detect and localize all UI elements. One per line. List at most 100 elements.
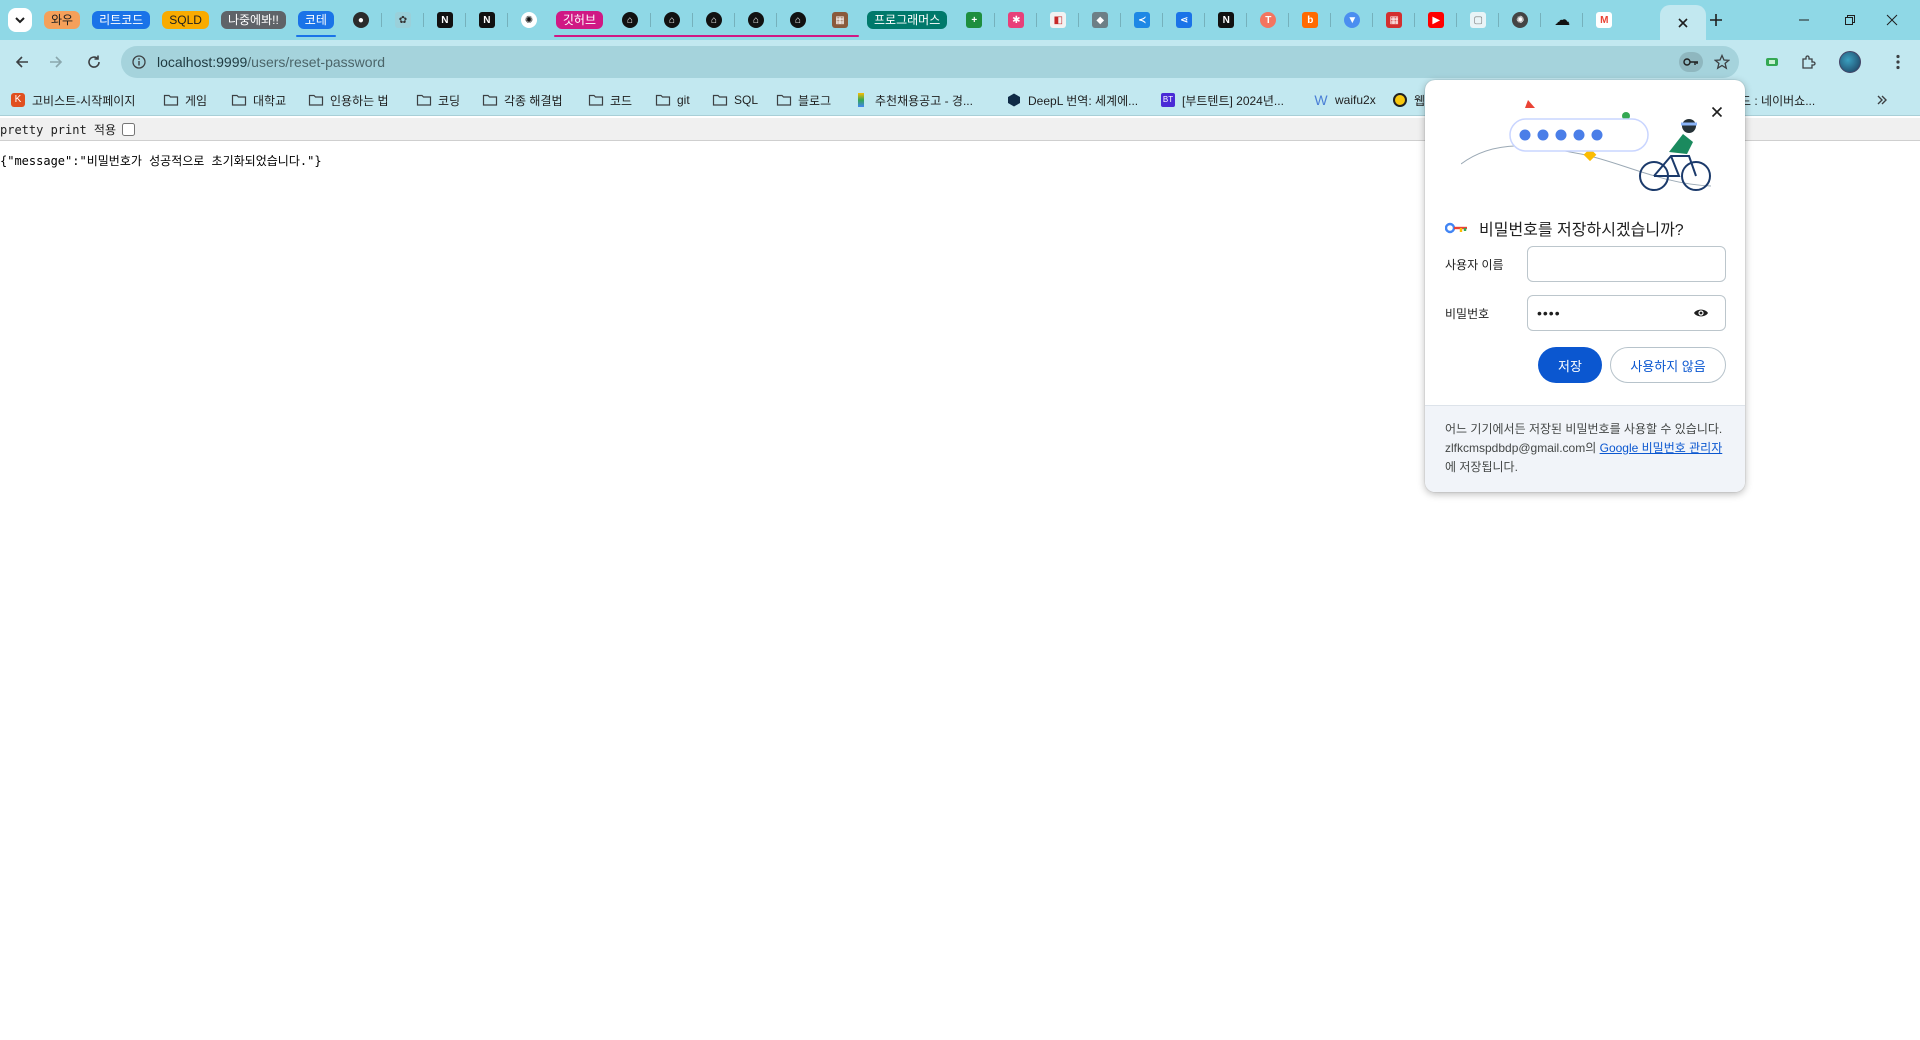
bookmark-label: 게임 xyxy=(185,93,208,108)
url-host: localhost:9999 xyxy=(157,54,248,70)
tab-group-chip[interactable]: 코테 xyxy=(292,6,340,37)
tab[interactable]: ▦ xyxy=(819,6,861,34)
tab[interactable]: + xyxy=(953,6,996,34)
bookmark-label: DeepL 번역: 세계에... xyxy=(1028,93,1139,108)
extension-icon[interactable] xyxy=(1760,50,1784,74)
bookmark-item[interactable]: 드 : 네이버쇼... xyxy=(1740,90,1815,110)
forward-button[interactable] xyxy=(44,50,68,74)
save-button[interactable]: 저장 xyxy=(1538,347,1602,383)
tab-search-button[interactable] xyxy=(8,8,32,32)
tab[interactable]: ▢ xyxy=(1457,6,1500,34)
youtube-icon: ▶ xyxy=(1428,12,1445,28)
image-favicon-icon: ▦ xyxy=(832,12,849,28)
bookmark-folder[interactable]: SQL xyxy=(712,90,758,110)
close-icon[interactable] xyxy=(1677,17,1689,29)
tab-group-chip[interactable]: 리트코드 xyxy=(86,6,156,34)
tab[interactable]: ⌂ xyxy=(693,6,736,34)
tab-group-chip[interactable]: 나중에봐!! xyxy=(215,6,292,34)
tab-group-label: 와우 xyxy=(44,11,81,29)
password-key-icon xyxy=(1445,222,1467,234)
folder-icon xyxy=(482,92,498,108)
bookmark-folder[interactable]: 인용하는 법 xyxy=(308,90,389,110)
bookmark-item[interactable]: DeepL 번역: 세계에... xyxy=(1006,90,1138,110)
tab[interactable]: T xyxy=(1247,6,1290,34)
tab[interactable]: ✱ xyxy=(995,6,1038,34)
folder-icon xyxy=(655,92,671,108)
bookmark-folder[interactable]: 각종 해결법 xyxy=(482,90,563,110)
url-path: /users/reset-password xyxy=(247,54,386,70)
bookmark-folder[interactable]: git xyxy=(655,90,690,110)
tab[interactable]: b xyxy=(1289,6,1332,34)
tab-group-chip[interactable]: 프로그래머스 xyxy=(861,6,953,34)
tab[interactable]: ⌂ xyxy=(651,6,694,34)
bookmark-folder[interactable]: 블로그 xyxy=(776,90,831,110)
pretty-print-checkbox[interactable] xyxy=(122,122,136,136)
tab[interactable]: ≺ xyxy=(1121,6,1164,34)
password-key-icon[interactable] xyxy=(1679,52,1703,72)
address-bar[interactable]: localhost:9999/users/reset-password xyxy=(121,46,1739,78)
new-tab-button[interactable] xyxy=(1704,8,1728,32)
tab-group-label: 프로그래머스 xyxy=(867,11,948,29)
tab[interactable]: ☁ xyxy=(1541,6,1584,34)
tab-group-label: 코테 xyxy=(297,11,334,29)
tab[interactable]: N xyxy=(424,6,466,34)
tab[interactable]: M xyxy=(1583,6,1625,34)
bookmark-item[interactable]: Wwaifu2x xyxy=(1313,90,1375,110)
tab-group-label: 리트코드 xyxy=(92,11,151,29)
tab[interactable]: ✺ xyxy=(1499,6,1542,34)
tab[interactable]: ⌂ xyxy=(609,6,652,34)
active-tab[interactable] xyxy=(1660,5,1706,40)
show-password-toggle[interactable] xyxy=(1689,301,1713,325)
github-icon: ⌂ xyxy=(748,12,765,28)
github-icon: ⌂ xyxy=(706,12,723,28)
tab[interactable]: N xyxy=(1205,6,1248,34)
bookmark-item[interactable]: 추천채용공고 - 경... xyxy=(853,90,973,110)
password-manager-link[interactable]: Google 비밀번호 관리자 xyxy=(1600,441,1723,455)
bookmark-star-icon[interactable] xyxy=(1712,52,1732,72)
tab-group-chip[interactable]: 깃허브 xyxy=(550,6,860,37)
tab[interactable]: ⋖ xyxy=(1163,6,1206,34)
bookmark-folder[interactable]: 게임 xyxy=(163,90,207,110)
bookmark-folder[interactable]: 대학교 xyxy=(231,90,286,110)
tab[interactable]: ▶ xyxy=(1415,6,1458,34)
site-icon xyxy=(853,92,869,108)
tab[interactable]: ◆ xyxy=(1079,6,1122,34)
bookmark-folder[interactable]: 코드 xyxy=(588,90,632,110)
url-text[interactable]: localhost:9999/users/reset-password xyxy=(157,54,385,70)
tab[interactable]: ▦ xyxy=(1373,6,1416,34)
tab[interactable]: ◧ xyxy=(1037,6,1080,34)
close-window-button[interactable] xyxy=(1864,0,1920,40)
bookmark-item[interactable]: K 고비스트-시작페이지 xyxy=(10,90,135,110)
tab[interactable]: ● xyxy=(340,6,382,34)
bookmarks-overflow-button[interactable] xyxy=(1876,90,1888,110)
tab[interactable]: ✿ xyxy=(382,6,424,34)
menu-button[interactable] xyxy=(1886,50,1910,74)
tab-group-chip[interactable]: 와우 xyxy=(38,6,86,34)
openai-icon: ✺ xyxy=(1512,12,1529,28)
username-field[interactable] xyxy=(1527,246,1726,282)
site-icon: BT xyxy=(1160,92,1176,108)
tab[interactable]: N xyxy=(466,6,508,34)
bookmark-label: 추천채용공고 - 경... xyxy=(875,93,973,108)
never-save-button[interactable]: 사용하지 않음 xyxy=(1610,347,1726,383)
bookmark-folder[interactable]: 코딩 xyxy=(416,90,460,110)
extensions-puzzle-icon[interactable] xyxy=(1796,50,1820,74)
footer-text-end: 에 저장됩니다. xyxy=(1445,460,1518,474)
site-favicon-icon: b xyxy=(1302,12,1319,28)
site-info-icon[interactable] xyxy=(129,52,149,72)
profile-avatar[interactable] xyxy=(1838,50,1862,74)
tab[interactable]: ✺ xyxy=(508,6,550,34)
tab-group-chip[interactable]: SQLD xyxy=(156,6,215,34)
pretty-print-toggle[interactable]: pretty print 적용 xyxy=(0,121,136,138)
tab-group-label: 깃허브 xyxy=(555,11,604,29)
restore-icon xyxy=(1845,15,1855,25)
bookmark-item[interactable]: 웹 xyxy=(1392,90,1425,110)
reload-button[interactable] xyxy=(82,50,106,74)
back-button[interactable] xyxy=(10,50,34,74)
password-value: •••• xyxy=(1537,305,1561,321)
bookmark-item[interactable]: BT [부트텐트] 2024년... xyxy=(1160,90,1284,110)
chatgpt-icon: ✺ xyxy=(520,12,537,28)
tab[interactable]: ⌂ xyxy=(735,6,778,34)
tab[interactable]: ⌂ xyxy=(777,6,819,34)
tab[interactable]: ▼ xyxy=(1331,6,1374,34)
